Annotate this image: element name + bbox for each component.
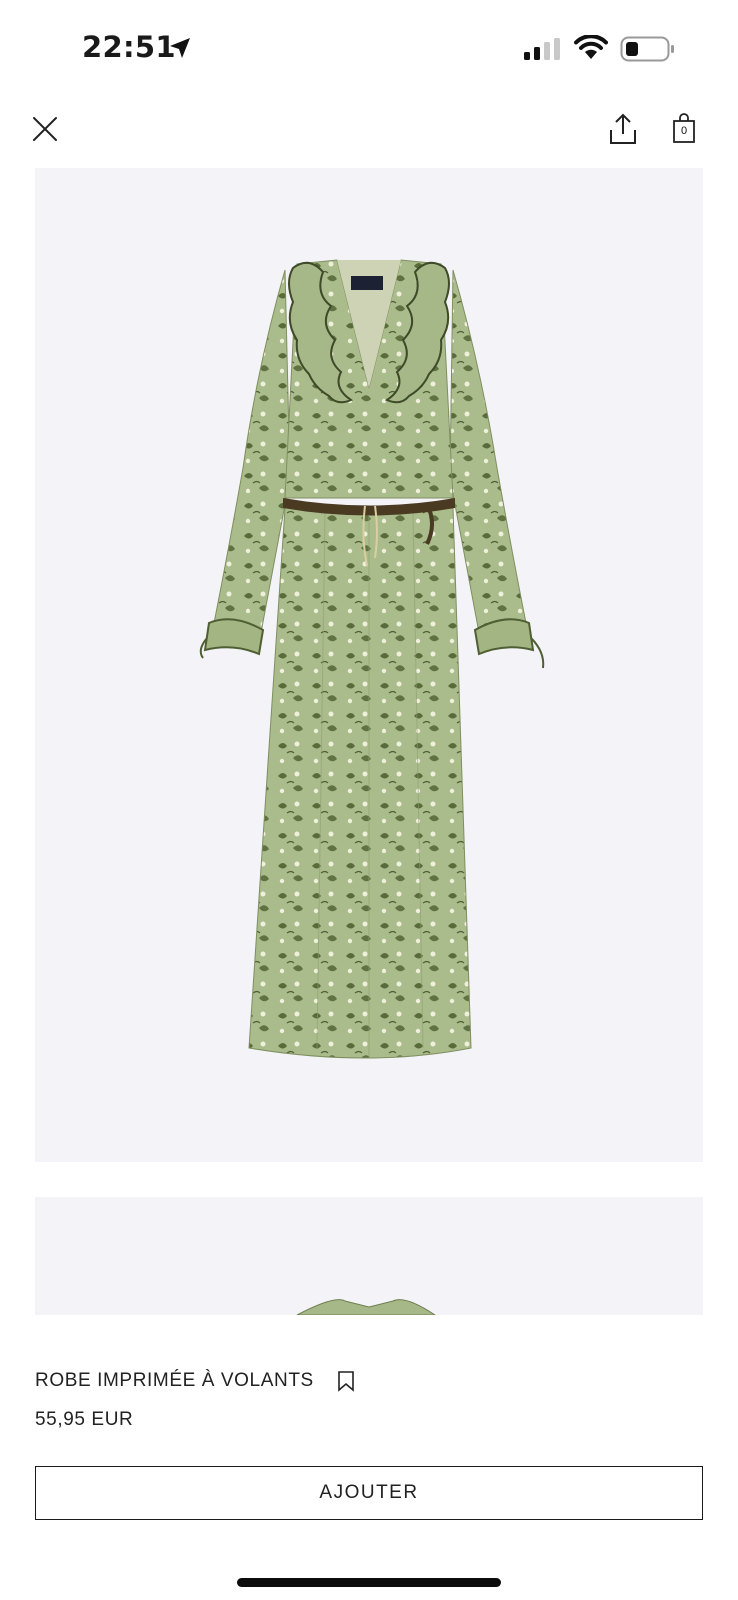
bookmark-icon[interactable] bbox=[336, 1370, 356, 1392]
status-time: 22:51 bbox=[82, 30, 176, 64]
product-price: 55,95 EUR bbox=[35, 1409, 134, 1430]
add-to-cart-button[interactable]: AJOUTER bbox=[35, 1466, 703, 1520]
add-to-cart-label: AJOUTER bbox=[319, 1482, 419, 1503]
share-icon[interactable] bbox=[608, 112, 638, 146]
product-name-row: ROBE IMPRIMÉE À VOLANTS bbox=[35, 1370, 356, 1392]
dress-illustration-secondary bbox=[296, 1299, 436, 1315]
close-icon[interactable] bbox=[30, 114, 60, 144]
product-image-secondary[interactable] bbox=[35, 1197, 703, 1315]
dress-illustration bbox=[199, 259, 545, 1059]
bag-count: 0 bbox=[680, 125, 688, 137]
shopping-bag-button[interactable]: 0 bbox=[671, 113, 697, 145]
home-indicator[interactable] bbox=[237, 1578, 501, 1587]
location-arrow-icon bbox=[170, 38, 190, 58]
battery-icon bbox=[620, 36, 674, 62]
cellular-signal-icon bbox=[524, 38, 560, 60]
product-image-main[interactable] bbox=[35, 168, 703, 1162]
wifi-icon bbox=[574, 35, 608, 59]
product-name: ROBE IMPRIMÉE À VOLANTS bbox=[35, 1370, 314, 1391]
